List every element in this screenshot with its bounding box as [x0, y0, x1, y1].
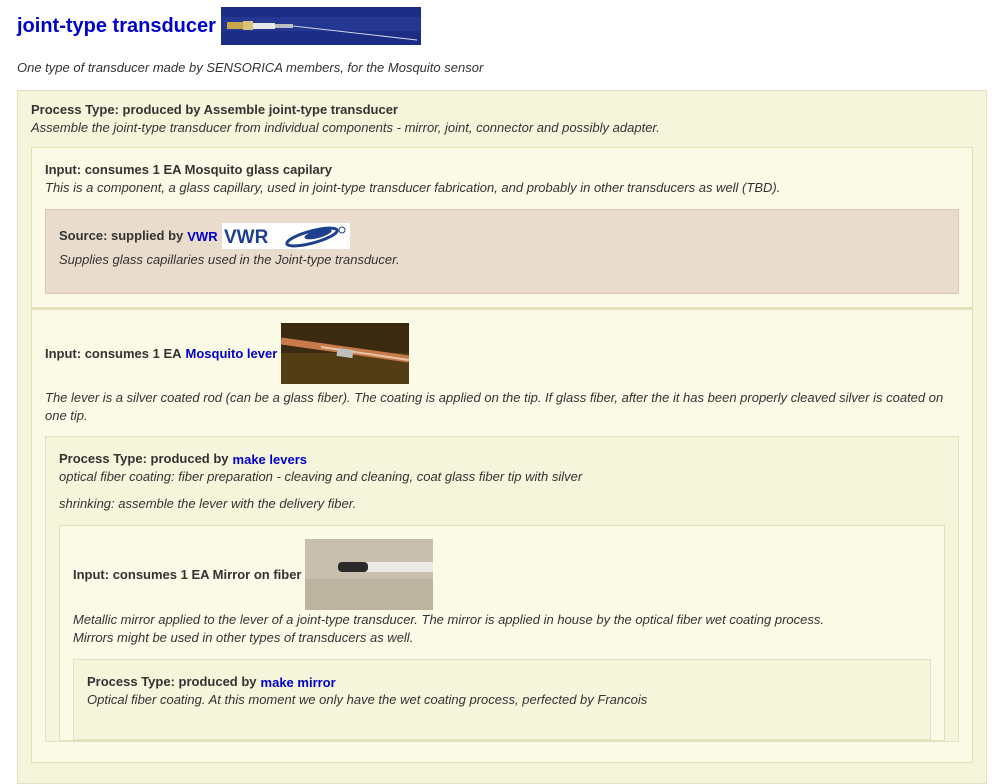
source-vwr-label: Source: supplied by	[59, 228, 184, 243]
svg-text:VWR: VWR	[224, 227, 269, 248]
lever-image	[281, 323, 410, 384]
vwr-logo: VWR	[221, 223, 350, 249]
transducer-image	[220, 7, 421, 45]
process-make-levers-label: Process Type: produced by	[59, 451, 229, 466]
input-mirror-header: Input: consumes 1 EA Mirror on fiber	[73, 539, 931, 610]
process-make-levers: Process Type: produced by make levers op…	[45, 436, 959, 742]
input-glass-capillary: Input: consumes 1 EA Mosquito glass capi…	[31, 147, 973, 308]
process-assemble-header: Process Type: produced by Assemble joint…	[31, 102, 398, 117]
process-assemble-desc: Assemble the joint-type transducer from …	[31, 120, 660, 135]
make-mirror-link[interactable]: make mirror	[261, 675, 336, 690]
page-title: joint-type transducer	[17, 14, 216, 37]
make-levers-link[interactable]: make levers	[233, 452, 307, 467]
process-make-mirror-desc: Optical fiber coating. At this moment we…	[87, 692, 648, 707]
input-lever-header: Input: consumes 1 EA Mosquito lever	[45, 323, 959, 384]
process-make-mirror-header: Process Type: produced by make mirror	[87, 673, 917, 691]
vwr-link[interactable]: VWR	[187, 229, 217, 244]
title-row: joint-type transducer	[17, 0, 987, 54]
input-mirror-desc1: Metallic mirror applied to the lever of …	[73, 612, 824, 627]
process-make-levers-desc1: optical fiber coating: fiber preparation…	[59, 469, 583, 484]
process-make-mirror: Process Type: produced by make mirror Op…	[73, 659, 931, 740]
mosquito-lever-link[interactable]: Mosquito lever	[186, 346, 278, 361]
source-vwr: Source: supplied by VWR VWR Supplies gla…	[45, 209, 959, 294]
process-assemble: Process Type: produced by Assemble joint…	[17, 90, 987, 784]
input-mirror-on-fiber: Input: consumes 1 EA Mirror on fiber Met…	[59, 525, 945, 741]
input-glass-capillary-header: Input: consumes 1 EA Mosquito glass capi…	[45, 162, 333, 177]
page: joint-type transducer One type of transd…	[0, 0, 1001, 784]
input-mirror-label: Input: consumes 1 EA Mirror on fiber	[73, 566, 302, 582]
process-make-levers-header: Process Type: produced by make levers	[59, 450, 945, 468]
input-mosquito-lever: Input: consumes 1 EA Mosquito lever The …	[31, 308, 973, 763]
input-lever-desc: The lever is a silver coated rod (can be…	[45, 390, 944, 423]
source-vwr-desc: Supplies glass capillaries used in the J…	[59, 252, 400, 267]
input-glass-capillary-desc: This is a component, a glass capillary, …	[45, 180, 781, 195]
source-vwr-header: Source: supplied by VWR VWR	[59, 223, 945, 249]
input-lever-label: Input: consumes 1 EA	[45, 345, 182, 361]
input-mirror-desc2: Mirrors might be used in other types of …	[73, 630, 414, 645]
page-subtitle: One type of transducer made by SENSORICA…	[17, 60, 484, 75]
process-make-mirror-label: Process Type: produced by	[87, 674, 257, 689]
process-make-levers-desc2: shrinking: assemble the lever with the d…	[59, 496, 357, 511]
mirror-image	[305, 539, 434, 610]
